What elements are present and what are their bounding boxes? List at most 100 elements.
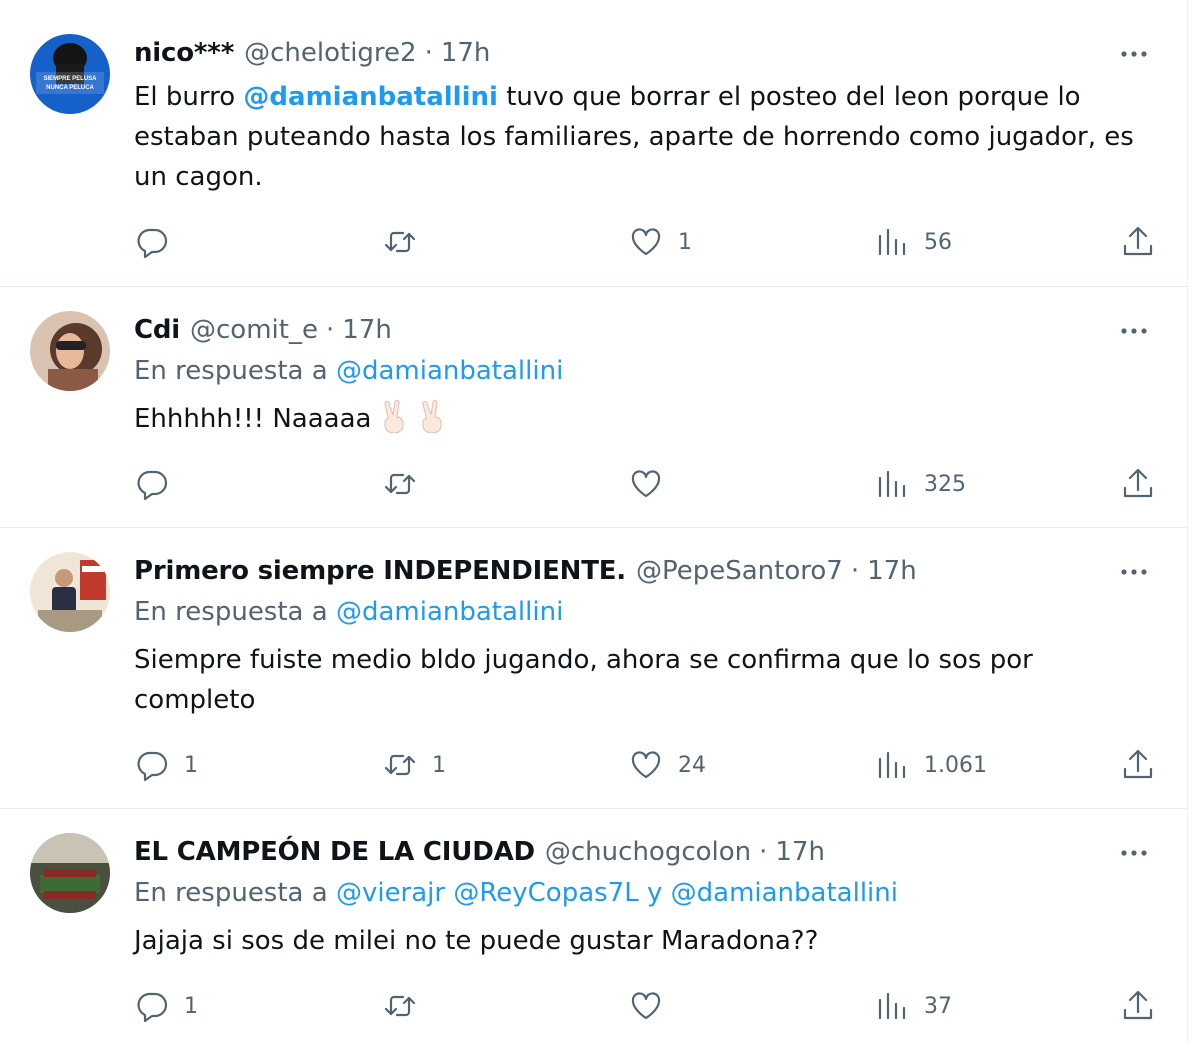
more-options-button[interactable] <box>1114 833 1154 873</box>
action-bar: 1 56 <box>0 220 1188 264</box>
more-options-button[interactable] <box>1114 552 1154 592</box>
tweet-header: nico*** @chelotigre2 · 17h <box>134 33 490 73</box>
tweet-text-part: Jajaja si sos de milei no te puede gusta… <box>134 926 819 956</box>
more-dots-icon <box>1121 850 1147 856</box>
views-button[interactable]: 1.061 <box>874 743 987 787</box>
share-icon <box>1123 468 1153 498</box>
avatar[interactable]: SIEMPRE PELUSA NUNCA PELUCA <box>30 34 110 114</box>
retweet-button[interactable] <box>382 984 432 1028</box>
tweet-card[interactable]: EL CAMPEÓN DE LA CIUDAD @chuchogcolon · … <box>0 809 1188 1043</box>
retweet-button[interactable] <box>382 220 432 264</box>
timestamp[interactable]: 17h <box>441 38 491 68</box>
view-count: 1.061 <box>924 752 987 778</box>
user-handle[interactable]: @comit_e <box>190 315 318 345</box>
reply-prefix: En respuesta a <box>134 878 336 908</box>
views-chart-icon <box>878 470 906 498</box>
tweet-text-part: Ehhhhh!!! Naaaaa <box>134 404 372 434</box>
tweet-card[interactable]: Cdi @comit_e · 17h En respuesta a @damia… <box>0 287 1188 528</box>
user-handle[interactable]: @chelotigre2 <box>244 38 416 68</box>
display-name[interactable]: nico*** <box>134 38 234 68</box>
avatar[interactable] <box>30 311 110 391</box>
views-chart-icon <box>878 992 906 1020</box>
reply-mention-link[interactable]: @vierajr @ReyCopas7L y @damianbatallini <box>336 878 898 908</box>
tweet-card[interactable]: Primero siempre INDEPENDIENTE. @PepeSant… <box>0 528 1188 809</box>
timestamp[interactable]: 17h <box>342 315 392 345</box>
svg-text:SIEMPRE PELUSA: SIEMPRE PELUSA <box>43 76 97 82</box>
mention-link[interactable]: @damianbatallini <box>243 82 498 112</box>
share-button[interactable] <box>1120 220 1156 264</box>
reply-icon <box>137 470 168 501</box>
timestamp[interactable]: 17h <box>775 837 825 867</box>
more-dots-icon <box>1121 328 1147 334</box>
heart-icon <box>631 470 661 498</box>
retweet-button[interactable] <box>382 462 432 506</box>
share-icon <box>1123 749 1153 779</box>
tweet-text-part: El burro <box>134 82 244 112</box>
victory-hand-emoji <box>384 400 404 433</box>
like-button[interactable]: 1 <box>628 220 692 264</box>
reply-icon <box>137 751 168 782</box>
display-name[interactable]: Primero siempre INDEPENDIENTE. <box>134 556 626 586</box>
share-button[interactable] <box>1120 984 1156 1028</box>
tweet-text: Ehhhhh!!! Naaaaa <box>134 399 1154 439</box>
timestamp[interactable]: 17h <box>867 556 917 586</box>
reply-button[interactable]: 1 <box>134 984 198 1028</box>
reply-mention-link[interactable]: @damianbatallini <box>336 597 563 627</box>
tweet-text: Siempre fuiste medio bldo jugando, ahora… <box>134 640 1154 720</box>
more-options-button[interactable] <box>1114 311 1154 351</box>
display-name[interactable]: Cdi <box>134 315 180 345</box>
display-name[interactable]: EL CAMPEÓN DE LA CIUDAD <box>134 837 535 867</box>
more-dots-icon <box>1121 51 1147 57</box>
reply-button[interactable]: 1 <box>134 743 198 787</box>
reply-context: En respuesta a @damianbatallini <box>134 597 563 627</box>
action-bar: 1 1 24 1.061 <box>0 743 1188 787</box>
share-button[interactable] <box>1120 462 1156 506</box>
tweet-card[interactable]: SIEMPRE PELUSA NUNCA PELUCA nico*** @che… <box>0 0 1188 287</box>
avatar-image: SIEMPRE PELUSA NUNCA PELUCA <box>30 34 110 114</box>
view-count: 56 <box>924 229 952 255</box>
retweet-icon <box>384 754 416 776</box>
like-button[interactable] <box>628 462 678 506</box>
heart-icon <box>631 228 661 256</box>
heart-icon <box>631 751 661 779</box>
retweet-icon <box>384 995 416 1017</box>
more-options-button[interactable] <box>1114 34 1154 74</box>
views-chart-icon <box>878 228 906 256</box>
views-button[interactable]: 37 <box>874 984 952 1028</box>
reply-button[interactable] <box>134 462 184 506</box>
user-handle[interactable]: @chuchogcolon <box>545 837 751 867</box>
tweet-text: El burro @damianbatallini tuvo que borra… <box>134 77 1154 197</box>
views-button[interactable]: 56 <box>874 220 952 264</box>
action-bar: 1 37 <box>0 984 1188 1028</box>
tweet-header: Primero siempre INDEPENDIENTE. @PepeSant… <box>134 551 917 591</box>
like-button[interactable] <box>628 984 678 1028</box>
action-bar: 325 <box>0 462 1188 506</box>
reply-button[interactable] <box>134 220 184 264</box>
reply-mention-link[interactable]: @damianbatallini <box>336 356 563 386</box>
reply-context: En respuesta a @damianbatallini <box>134 356 563 386</box>
avatar[interactable] <box>30 833 110 913</box>
separator-dot: · <box>424 38 433 68</box>
retweet-button[interactable]: 1 <box>382 743 446 787</box>
separator-dot: · <box>850 556 860 586</box>
reply-prefix: En respuesta a <box>134 356 336 386</box>
reply-icon <box>137 228 168 259</box>
tweet-header: Cdi @comit_e · 17h <box>134 310 392 350</box>
reply-feed: SIEMPRE PELUSA NUNCA PELUCA nico*** @che… <box>0 0 1188 1043</box>
retweet-count: 1 <box>432 752 446 778</box>
avatar[interactable] <box>30 552 110 632</box>
reply-prefix: En respuesta a <box>134 597 336 627</box>
like-button[interactable]: 24 <box>628 743 706 787</box>
separator-dot: · <box>759 837 768 867</box>
more-dots-icon <box>1121 569 1147 575</box>
views-button[interactable]: 325 <box>874 462 966 506</box>
view-count: 37 <box>924 993 952 1019</box>
user-handle[interactable]: @PepeSantoro7 <box>636 556 843 586</box>
share-icon <box>1123 226 1153 256</box>
separator-dot: · <box>325 315 335 345</box>
share-button[interactable] <box>1120 743 1156 787</box>
reply-count: 1 <box>184 993 198 1019</box>
like-count: 24 <box>678 752 706 778</box>
share-icon <box>1123 990 1153 1020</box>
retweet-icon <box>384 473 416 495</box>
